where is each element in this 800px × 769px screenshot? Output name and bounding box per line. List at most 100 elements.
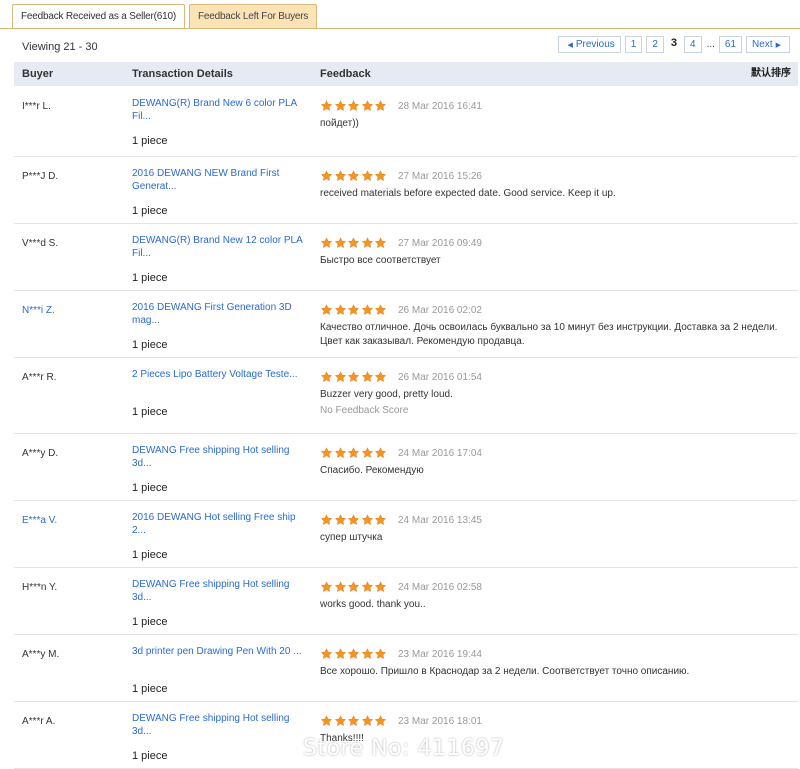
- quantity: 1 piece: [132, 272, 168, 284]
- buyer-name: A***r R.: [22, 372, 57, 383]
- rating-stars: [320, 648, 388, 660]
- product-link[interactable]: 3d printer pen Drawing Pen With 20 ...: [132, 645, 304, 658]
- table-row: A***r R. 2 Pieces Lipo Battery Voltage Te…: [14, 358, 798, 434]
- feedback-text: Качество отличное. Дочь освоилась буквал…: [320, 322, 778, 347]
- star-icon: [361, 304, 374, 316]
- star-icon: [347, 304, 360, 316]
- star-icon: [374, 715, 387, 727]
- product-link[interactable]: DEWANG Free shipping Hot selling 3d...: [132, 578, 304, 604]
- next-page-button[interactable]: Next ▶: [746, 35, 790, 53]
- star-icon: [334, 237, 347, 249]
- star-icon: [361, 715, 374, 727]
- buyer-name[interactable]: N***i Z.: [22, 305, 55, 316]
- star-icon: [374, 371, 387, 383]
- table-header: Buyer Transaction Details Feedback: [14, 62, 798, 86]
- rating-stars: [320, 447, 388, 459]
- buyer-name: A***y D.: [22, 448, 59, 459]
- quantity: 1 piece: [132, 406, 168, 418]
- feedback-text: Все хорошо. Пришло в Краснодар за 2 неде…: [320, 666, 690, 677]
- star-icon: [334, 581, 347, 593]
- star-icon: [347, 715, 360, 727]
- product-link[interactable]: 2016 DEWANG NEW Brand First Generat...: [132, 167, 304, 193]
- star-icon: [334, 100, 347, 112]
- table-row: P***J D. 2016 DEWANG NEW Brand First Gene…: [14, 157, 798, 224]
- product-link[interactable]: DEWANG(R) Brand New 6 color PLA Fil...: [132, 97, 304, 123]
- product-link[interactable]: DEWANG Free shipping Hot selling 3d...: [132, 712, 304, 738]
- star-icon: [347, 581, 360, 593]
- quantity: 1 piece: [132, 135, 168, 147]
- page-button-4[interactable]: 4: [684, 35, 702, 53]
- star-icon: [320, 514, 333, 526]
- buyer-name: I***r L.: [22, 101, 51, 112]
- star-icon: [320, 715, 333, 727]
- feedback-date: 27 Mar 2016 15:26: [398, 171, 482, 182]
- rating-stars: [320, 304, 388, 316]
- product-link[interactable]: DEWANG(R) Brand New 12 color PLA Fil...: [132, 234, 304, 260]
- star-icon: [347, 648, 360, 660]
- quantity: 1 piece: [132, 339, 168, 351]
- page-button-2[interactable]: 2: [646, 35, 664, 53]
- star-icon: [374, 581, 387, 593]
- buyer-name: A***y M.: [22, 649, 60, 660]
- feedback-date: 24 Mar 2016 17:04: [398, 448, 482, 459]
- previous-label: Previous: [575, 38, 615, 50]
- table-row: H***n Y. DEWANG Free shipping Hot selling…: [14, 568, 798, 635]
- star-icon: [334, 648, 347, 660]
- triangle-left-icon: ◀: [567, 41, 573, 49]
- column-header-buyer: Buyer: [22, 68, 54, 80]
- feedback-text: Быстро все соответствует: [320, 255, 441, 266]
- feedback-text: Buzzer very good, pretty loud.: [320, 389, 453, 400]
- star-icon: [374, 304, 387, 316]
- feedback-text: Спасибо. Рекомендую: [320, 465, 424, 476]
- star-icon: [334, 514, 347, 526]
- star-icon: [347, 237, 360, 249]
- buyer-name: P***J D.: [22, 171, 59, 182]
- buyer-name[interactable]: E***a V.: [22, 515, 57, 526]
- page-button-1[interactable]: 1: [624, 35, 643, 53]
- product-link[interactable]: DEWANG Free shipping Hot selling 3d...: [132, 444, 304, 470]
- star-icon: [374, 237, 387, 249]
- feedback-date: 24 Mar 2016 02:58: [398, 582, 482, 593]
- feedback-tabs: Feedback Received as a Seller(610) Feedb…: [12, 4, 321, 29]
- star-icon: [361, 447, 374, 459]
- page-button-last[interactable]: 61: [718, 35, 743, 53]
- product-link[interactable]: 2 Pieces Lipo Battery Voltage Teste...: [132, 368, 304, 381]
- star-icon: [361, 648, 374, 660]
- quantity: 1 piece: [132, 750, 168, 762]
- store-watermark: Store No: 411697: [303, 736, 505, 761]
- star-icon: [320, 304, 333, 316]
- star-icon: [334, 447, 347, 459]
- feedback-text: пойдет)): [320, 118, 359, 129]
- feedback-text: супер штучка: [320, 532, 383, 543]
- star-icon: [320, 447, 333, 459]
- tab-feedback-left[interactable]: Feedback Left For Buyers: [188, 4, 318, 28]
- sort-order-link[interactable]: 默认排序: [751, 64, 791, 79]
- quantity: 1 piece: [132, 683, 168, 695]
- feedback-date: 26 Mar 2016 02:02: [398, 305, 482, 316]
- tab-divider: [0, 28, 800, 29]
- star-icon: [347, 100, 360, 112]
- table-row: N***i Z. 2016 DEWANG First Generation 3D …: [14, 291, 798, 358]
- previous-page-button[interactable]: ◀ Previous: [558, 35, 621, 53]
- quantity: 1 piece: [132, 482, 168, 494]
- star-icon: [361, 100, 374, 112]
- product-link[interactable]: 2016 DEWANG First Generation 3D mag...: [132, 301, 304, 327]
- next-label: Next: [752, 38, 773, 50]
- star-icon: [374, 100, 387, 112]
- star-icon: [361, 514, 374, 526]
- rating-stars: [320, 170, 388, 182]
- feedback-date: 26 Mar 2016 01:54: [398, 372, 482, 383]
- feedback-text: received materials before expected date.…: [320, 188, 616, 199]
- tab-feedback-received[interactable]: Feedback Received as a Seller(610): [12, 4, 185, 29]
- table-row: E***a V. 2016 DEWANG Hot selling Free shi…: [14, 501, 798, 568]
- star-icon: [374, 648, 387, 660]
- quantity: 1 piece: [132, 616, 168, 628]
- star-icon: [361, 581, 374, 593]
- product-link[interactable]: 2016 DEWANG Hot selling Free ship 2...: [132, 511, 304, 537]
- star-icon: [334, 715, 347, 727]
- rating-stars: [320, 715, 388, 727]
- star-icon: [361, 170, 374, 182]
- star-icon: [320, 100, 333, 112]
- table-row: I***r L. DEWANG(R) Brand New 6 color PLA …: [14, 87, 798, 157]
- column-header-transaction: Transaction Details: [132, 68, 233, 80]
